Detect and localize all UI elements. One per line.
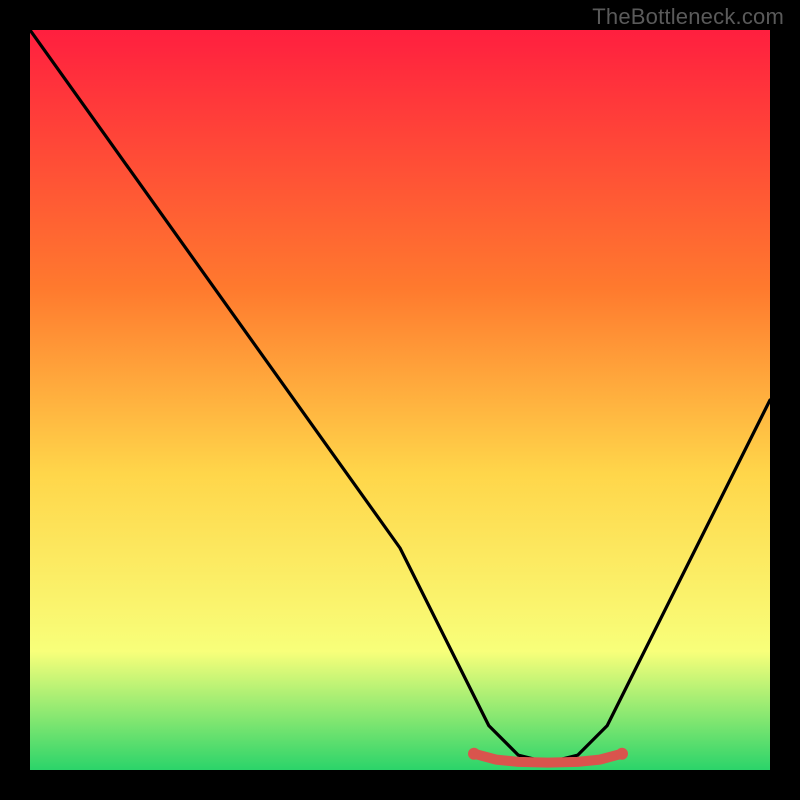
plot-area [30,30,770,770]
highlight-endpoint-left [468,748,480,760]
chart-frame: TheBottleneck.com [0,0,800,800]
gradient-background [30,30,770,770]
chart-svg [30,30,770,770]
watermark-text: TheBottleneck.com [592,4,784,30]
highlight-endpoint-right [616,748,628,760]
